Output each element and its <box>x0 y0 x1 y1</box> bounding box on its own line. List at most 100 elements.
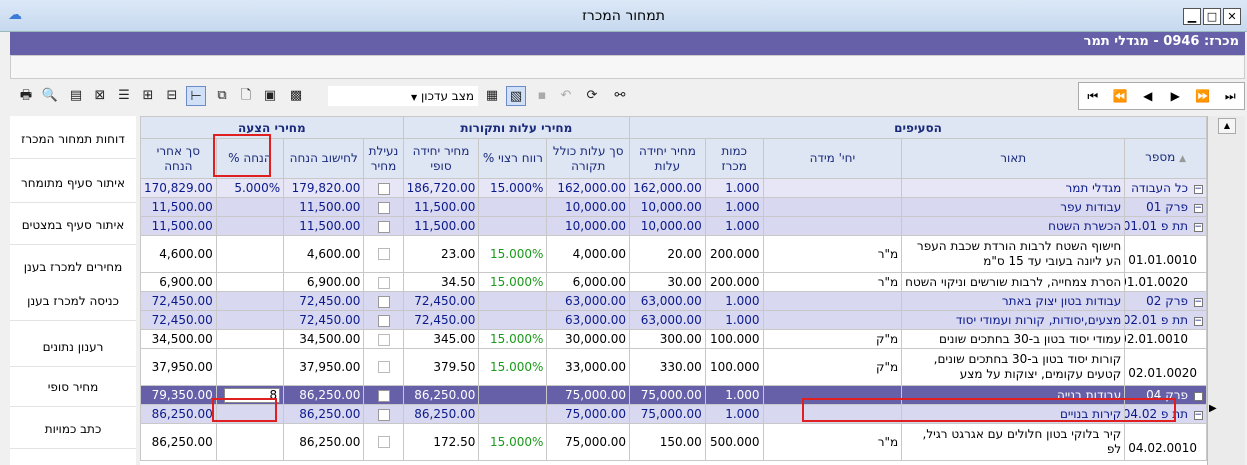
cell-total-cost[interactable]: 10,000.00 <box>546 216 631 236</box>
view-mode-select[interactable]: מצב עדכון ▼ <box>328 86 478 106</box>
cell-calc-discount[interactable]: 86,250.00 <box>283 385 365 405</box>
cell-unit[interactable]: מ"ר <box>762 272 903 292</box>
cell-desired-profit[interactable] <box>478 310 548 330</box>
cell-number[interactable]: − כל העבודה <box>1124 178 1207 198</box>
cell-description[interactable]: עבודות בטון יצוק באתר <box>901 291 1126 311</box>
cell-desired-profit[interactable]: 15.000% <box>478 178 548 198</box>
cell-desired-profit[interactable]: 15.000% <box>478 235 548 273</box>
price-lock-checkbox[interactable] <box>377 314 390 327</box>
cell-calc-discount[interactable]: 6,900.00 <box>283 272 365 292</box>
tree-expand-icon[interactable]: ⊞ <box>138 86 158 106</box>
cell-price-lock[interactable] <box>363 291 404 311</box>
cell-description[interactable]: הסרת צמחייה, לרבות שורשים וניקוי השטח <box>901 272 1126 292</box>
price-lock-checkbox[interactable] <box>377 408 390 421</box>
cell-tender-qty[interactable]: 1.000 <box>704 216 764 236</box>
cell-desired-profit[interactable]: 15.000% <box>478 348 548 386</box>
cell-number[interactable]: − פרק 01 <box>1124 197 1207 217</box>
cell-after-discount[interactable]: 11,500.00 <box>140 197 217 217</box>
cell-unit[interactable] <box>762 291 903 311</box>
price-lock-checkbox[interactable] <box>377 201 390 214</box>
cell-unit-cost[interactable]: 30.00 <box>629 272 706 292</box>
cell-calc-discount[interactable]: 86,250.00 <box>283 423 365 461</box>
cell-total-cost[interactable]: 63,000.00 <box>546 291 631 311</box>
cell-number[interactable]: − פרק 02 <box>1124 291 1207 311</box>
cell-total-cost[interactable]: 33,000.00 <box>546 348 631 386</box>
tree-collapse-toggle-icon[interactable]: − <box>1194 298 1203 307</box>
cell-unit-cost[interactable]: 63,000.00 <box>629 310 706 330</box>
cell-calc-discount[interactable]: 34,500.00 <box>283 329 365 349</box>
cell-description[interactable]: חישוף השטח לרבות הורדת שכבת העפר הע ליונ… <box>901 235 1126 273</box>
cell-calc-discount[interactable]: 11,500.00 <box>283 216 365 236</box>
cell-tender-qty[interactable]: 200.000 <box>704 272 764 292</box>
cell-discount-pct[interactable] <box>215 329 285 349</box>
cell-calc-discount[interactable]: 86,250.00 <box>283 404 365 424</box>
bill-of-quantities-button[interactable]: כתב כמויות <box>10 410 136 449</box>
cell-unit[interactable]: מ"ק <box>762 348 903 386</box>
cell-description[interactable]: עבודות עפר <box>901 197 1126 217</box>
cell-unit[interactable]: מ"ק <box>762 329 903 349</box>
cell-final-unit-price[interactable]: 23.00 <box>402 235 480 273</box>
table-row[interactable]: 37,950.00 37,950.00 379.50 15.000% 33,000.00… <box>140 348 1207 386</box>
cell-after-discount[interactable]: 4,600.00 <box>140 235 217 273</box>
find-item-button[interactable]: איתור סעיף במצטים <box>10 206 136 245</box>
price-lock-checkbox[interactable] <box>377 333 390 346</box>
find-priced-item-button[interactable]: איתור סעיף מתומחר <box>10 164 136 203</box>
cell-unit-cost[interactable]: 75,000.00 <box>629 385 706 405</box>
tree-collapse-toggle-icon[interactable]: − <box>1194 317 1203 326</box>
final-price-button[interactable]: מחיר סופי <box>10 368 136 407</box>
tree-collapse-icon[interactable]: ⊟ <box>162 86 182 106</box>
refresh-data-button[interactable]: רענון נתונים <box>10 328 136 367</box>
copy-icon[interactable]: ⧉ <box>212 86 232 106</box>
cell-desired-profit[interactable] <box>478 404 548 424</box>
cell-final-unit-price[interactable]: 86,250.00 <box>402 404 480 424</box>
cell-after-discount[interactable]: 170,829.00 <box>140 178 217 198</box>
cell-after-discount[interactable]: 79,350.00 <box>140 385 217 405</box>
cell-unit[interactable]: מ"ר <box>762 235 903 273</box>
cell-price-lock[interactable] <box>363 216 404 236</box>
cell-total-cost[interactable]: 10,000.00 <box>546 197 631 217</box>
cell-final-unit-price[interactable]: 11,500.00 <box>402 197 480 217</box>
tree-level-icon[interactable]: ⊢ <box>186 86 206 106</box>
cell-discount-pct[interactable] <box>215 216 285 236</box>
cell-discount-pct[interactable]: 5.000% <box>215 178 285 198</box>
price-lock-checkbox[interactable] <box>377 295 390 308</box>
price-lock-checkbox[interactable] <box>377 436 390 448</box>
cell-description[interactable]: קיר בלוקי בטון חלולים עם אגרגט רגיל, לפ <box>901 423 1126 461</box>
cell-final-unit-price[interactable]: 172.50 <box>402 423 480 461</box>
cell-total-cost[interactable]: 6,000.00 <box>546 272 631 292</box>
cell-calc-discount[interactable]: 11,500.00 <box>283 197 365 217</box>
cell-desired-profit[interactable] <box>478 197 548 217</box>
cell-tender-qty[interactable]: 500.000 <box>704 423 764 461</box>
cell-total-cost[interactable]: 162,000.00 <box>546 178 631 198</box>
cell-unit-cost[interactable]: 63,000.00 <box>629 291 706 311</box>
cell-discount-pct[interactable] <box>215 197 285 217</box>
new-document-icon[interactable]: 🗋 <box>236 86 256 106</box>
col-calc-discount[interactable]: לחישוב הנחה <box>283 138 365 179</box>
cell-tender-qty[interactable]: 1.000 <box>704 178 764 198</box>
cell-discount-pct[interactable] <box>215 291 285 311</box>
cell-desired-profit[interactable]: 15.000% <box>478 329 548 349</box>
cell-description[interactable]: מצעים,יסודות, קורות ועמודי יסוד <box>901 310 1126 330</box>
cell-discount-pct[interactable] <box>215 272 285 292</box>
col-final-unit-price[interactable]: מחיר יחידה סופי <box>402 138 480 179</box>
refresh-icon[interactable]: ⟳ <box>582 86 602 106</box>
cell-desired-profit[interactable]: 15.000% <box>478 423 548 461</box>
cell-unit[interactable] <box>762 310 903 330</box>
cell-after-discount[interactable]: 72,450.00 <box>140 291 217 311</box>
price-lock-checkbox[interactable] <box>377 361 390 373</box>
image-icon[interactable]: ▩ <box>286 86 306 106</box>
cell-unit-cost[interactable]: 330.00 <box>629 348 706 386</box>
excel-export-icon[interactable]: ⊠ <box>90 86 110 106</box>
cell-price-lock[interactable] <box>363 272 404 292</box>
cell-tender-qty[interactable]: 200.000 <box>704 235 764 273</box>
undo-icon[interactable]: ↶ <box>556 86 576 106</box>
cell-total-cost[interactable]: 63,000.00 <box>546 310 631 330</box>
cell-discount-pct[interactable] <box>215 348 285 386</box>
cell-desired-profit[interactable] <box>478 291 548 311</box>
cell-number[interactable]: − תת פ 01.01 <box>1124 216 1207 236</box>
cell-unit-cost[interactable]: 75,000.00 <box>629 404 706 424</box>
table-row[interactable]: 34,500.00 34,500.00 345.00 15.000% 30,000.00… <box>140 329 1207 349</box>
form-icon[interactable]: ▣ <box>260 86 280 106</box>
col-unit-cost[interactable]: מחיר יחידה עלות <box>629 138 706 179</box>
col-desired-profit[interactable]: % רווח רצוי <box>478 138 548 179</box>
